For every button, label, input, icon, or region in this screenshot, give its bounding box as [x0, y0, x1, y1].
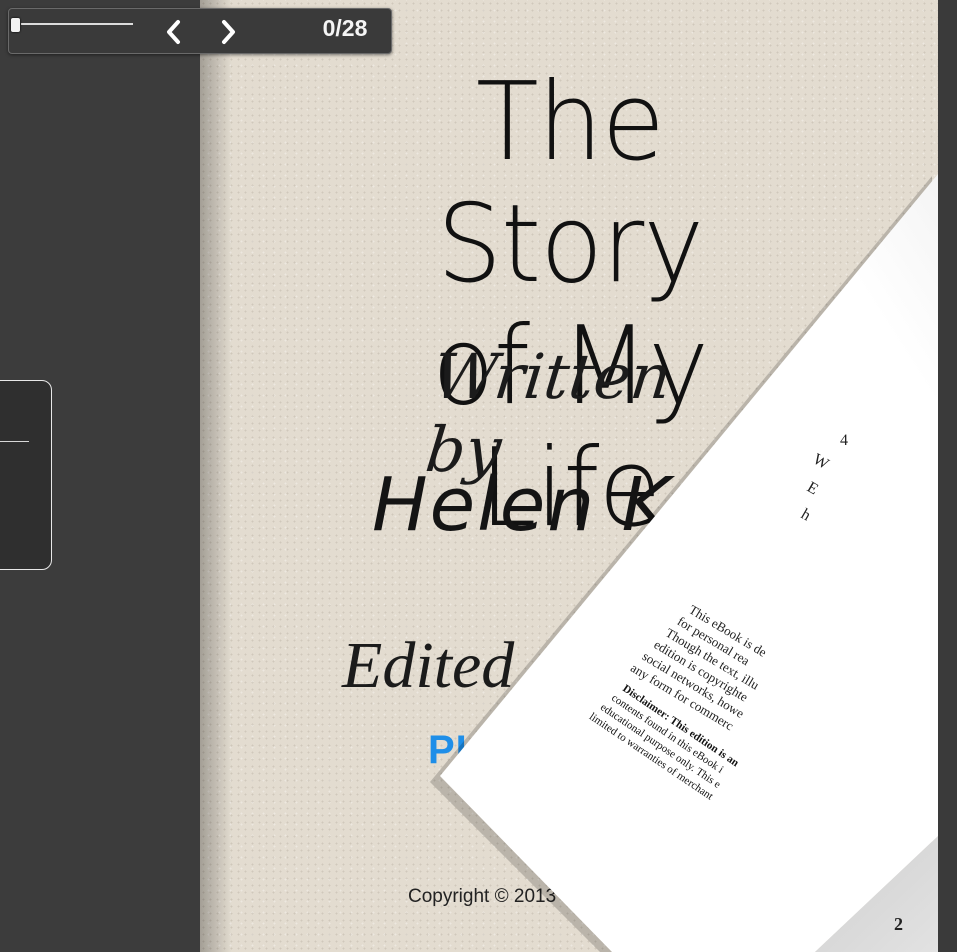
side-panel-divider [0, 441, 29, 442]
page-slider-track[interactable] [21, 23, 133, 25]
page-counter: 0/28 [322, 15, 368, 41]
author-name: Helen K [372, 462, 673, 548]
reader-toolbar: 0/28 [8, 8, 392, 54]
right-scroll-edge [938, 0, 957, 952]
edited-by-label: Edited [342, 629, 515, 702]
book-page-cover[interactable]: The Story of My Life Written by Helen K … [200, 0, 940, 952]
copyright-text: Copyright © 2013 PD [408, 886, 588, 907]
page-slider-handle[interactable] [11, 18, 20, 32]
publisher-logo: PI [428, 728, 468, 772]
previous-page-button[interactable] [157, 15, 191, 49]
side-thumbnail-panel[interactable] [0, 380, 52, 570]
book-title-line1: The Story [436, 60, 704, 307]
page-spine-shadow [200, 0, 232, 952]
chevron-left-icon [167, 20, 180, 44]
chevron-right-icon [222, 20, 235, 44]
next-page-button[interactable] [211, 15, 245, 49]
